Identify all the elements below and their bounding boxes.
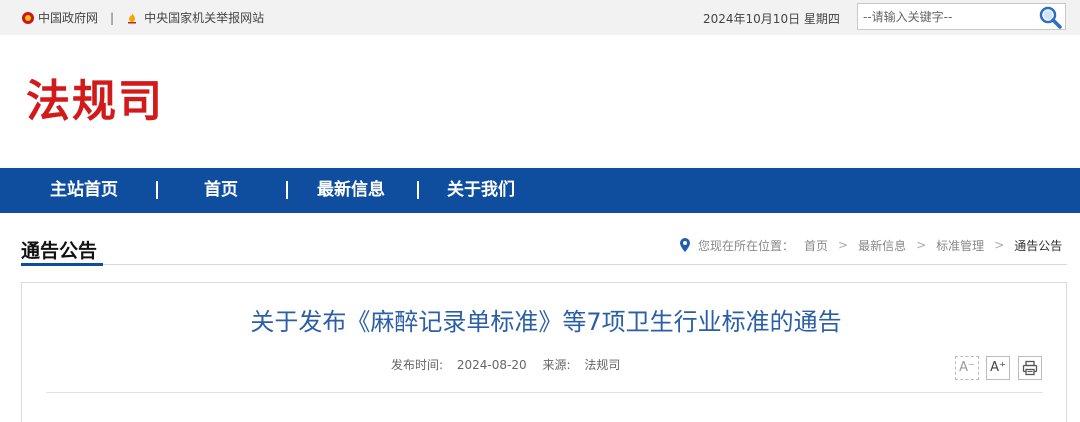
font-increase-button[interactable]: A⁺ bbox=[986, 356, 1010, 380]
breadcrumb-current[interactable]: 通告公告 bbox=[1014, 237, 1062, 254]
publish-label: 发布时间: bbox=[391, 358, 444, 372]
printer-icon bbox=[1022, 360, 1038, 376]
flame-icon bbox=[128, 12, 137, 23]
article-meta: 发布时间: 2024-08-20 来源: 法规司 bbox=[391, 356, 630, 373]
nav-divider bbox=[417, 181, 419, 199]
search-box bbox=[857, 3, 1066, 30]
section-title: 通告公告 bbox=[21, 240, 98, 262]
nav-item-about[interactable]: 关于我们 bbox=[447, 179, 515, 201]
nav-item-main-home[interactable]: 主站首页 bbox=[50, 179, 118, 201]
search-icon[interactable] bbox=[1037, 5, 1063, 29]
source-value: 法规司 bbox=[584, 358, 621, 372]
font-decrease-button[interactable]: A⁻ bbox=[955, 356, 979, 380]
report-link[interactable]: 中央国家机关举报网站 bbox=[126, 9, 264, 26]
source-label: 来源: bbox=[542, 358, 571, 372]
breadcrumb-prefix: 您现在所在位置： bbox=[698, 238, 795, 253]
breadcrumb-standards[interactable]: 标准管理 bbox=[936, 237, 984, 254]
current-date: 2024年10月10日 星期四 bbox=[703, 12, 840, 26]
search-input[interactable] bbox=[858, 4, 1036, 29]
nav-divider bbox=[156, 181, 158, 199]
print-button[interactable] bbox=[1018, 356, 1042, 380]
article-header-rule bbox=[46, 392, 1043, 393]
breadcrumb-arrow: > bbox=[916, 238, 927, 252]
gov-link-label[interactable]: 中国政府网 bbox=[38, 9, 98, 26]
top-links: 中国政府网 | 中央国家机关举报网站 bbox=[22, 9, 264, 26]
article-container bbox=[21, 282, 1067, 422]
breadcrumb-latest[interactable]: 最新信息 bbox=[858, 237, 906, 254]
national-emblem-icon bbox=[22, 11, 34, 24]
gov-link[interactable]: 中国政府网 bbox=[22, 9, 98, 26]
main-nav: 主站首页 首页 最新信息 关于我们 bbox=[0, 168, 1080, 213]
breadcrumb-home[interactable]: 首页 bbox=[804, 237, 828, 254]
location-pin-icon bbox=[680, 238, 690, 252]
breadcrumb: 您现在所在位置： 首页 > 最新信息 > 标准管理 > 通告公告 bbox=[680, 236, 1062, 254]
report-link-label[interactable]: 中央国家机关举报网站 bbox=[144, 9, 264, 26]
nav-item-home[interactable]: 首页 bbox=[204, 179, 238, 201]
section-divider-line bbox=[21, 264, 1067, 265]
nav-divider bbox=[286, 181, 288, 199]
article-title: 关于发布《麻醉记录单标准》等7项卫生行业标准的通告 bbox=[250, 308, 842, 336]
top-utility-bar: 中国政府网 | 中央国家机关举报网站 2024年10月10日 星期四 bbox=[0, 0, 1080, 35]
nav-item-latest[interactable]: 最新信息 bbox=[317, 179, 385, 201]
publish-date: 2024-08-20 bbox=[456, 358, 527, 372]
top-link-separator: | bbox=[110, 10, 115, 25]
section-title-underline bbox=[21, 263, 103, 266]
breadcrumb-arrow: > bbox=[838, 238, 849, 252]
breadcrumb-arrow: > bbox=[994, 238, 1005, 252]
site-logo[interactable]: 法规司 bbox=[26, 76, 164, 128]
